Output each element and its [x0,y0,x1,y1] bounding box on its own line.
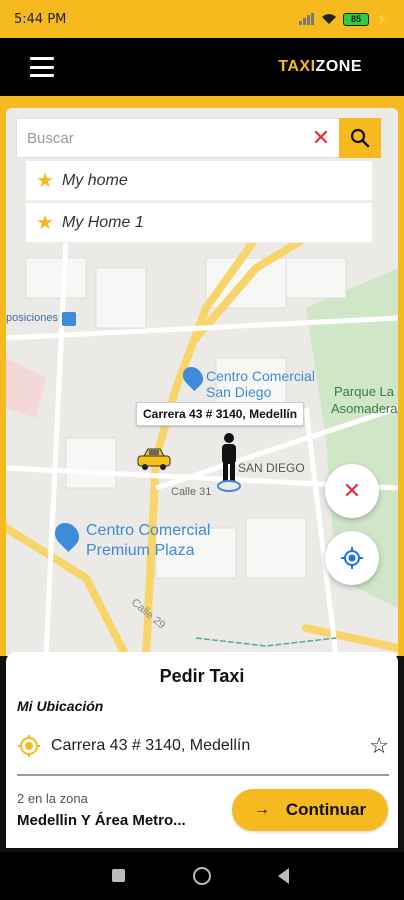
charging-icon: ⚡ [375,12,390,26]
star-icon: ★ [36,170,54,192]
app-bar: TAXIZONE [0,38,404,96]
search-input[interactable] [27,129,303,147]
brand-logo: TAXIZONE [278,58,362,75]
favorite-label: My Home 1 [61,213,144,231]
location-target-icon [18,735,40,757]
continue-button[interactable]: → Continuar [232,789,388,831]
sheet-title: Pedir Taxi [159,666,245,686]
search-bar: ✕ [16,118,340,158]
favorite-item-my-home[interactable]: ★ My home [26,161,372,201]
map-label: posiciones [6,312,58,324]
map-label: Centro Comercial [86,522,211,539]
search-icon [350,128,370,148]
map-label: Asomadera [331,401,398,416]
favorite-label: My home [61,171,128,189]
home-icon[interactable] [193,867,211,885]
cancel-button[interactable]: ✕ [325,464,379,518]
status-time: 5:44 PM [14,11,67,27]
location-callout: Carrera 43 # 3140, Medellín [136,402,305,426]
status-icons: 85 ⚡ [299,12,390,26]
clear-search-icon[interactable]: ✕ [303,119,339,157]
bus-stop-icon [62,312,76,326]
favorite-star-icon[interactable]: ☆ [369,733,389,759]
map-label: Calle 31 [171,486,212,498]
search-button[interactable] [339,118,381,158]
map-label: San Diego [206,384,272,400]
favorite-item-my-home-1[interactable]: ★ My Home 1 [26,203,372,243]
wifi-icon [322,14,337,24]
map-label: Premium Plaza [86,542,195,559]
zone-name: Medellin Y Área Metro... [17,812,186,829]
system-nav-bar [0,852,404,900]
star-icon: ★ [36,212,54,234]
arrow-right-icon: → [253,801,270,818]
recents-icon[interactable] [112,869,125,882]
battery-icon: 85 [343,12,370,26]
taxi-car-icon [137,448,171,470]
map-label: SAN DIEGO [238,461,305,475]
my-location-icon [341,547,363,569]
map-label: Centro Comercial [206,368,315,384]
sheet-subtitle: Mi Ubicación [17,698,104,714]
zone-count: 2 en la zona [17,791,88,806]
current-address: Carrera 43 # 3140, Medellín [51,737,251,754]
menu-icon[interactable] [30,57,54,77]
locate-me-button[interactable] [325,531,379,585]
close-icon: ✕ [342,478,362,503]
back-icon[interactable] [278,868,289,884]
signal-icon [299,13,315,25]
current-location-row[interactable]: Carrera 43 # 3140, Medellín ☆ [17,728,389,764]
request-taxi-sheet: Pedir Taxi Mi Ubicación Carrera 43 # 314… [6,652,398,848]
continue-label: Continuar [285,800,367,819]
status-bar: 5:44 PM 85 ⚡ [0,0,404,38]
divider [17,774,389,776]
map-label: Parque La [334,384,394,399]
